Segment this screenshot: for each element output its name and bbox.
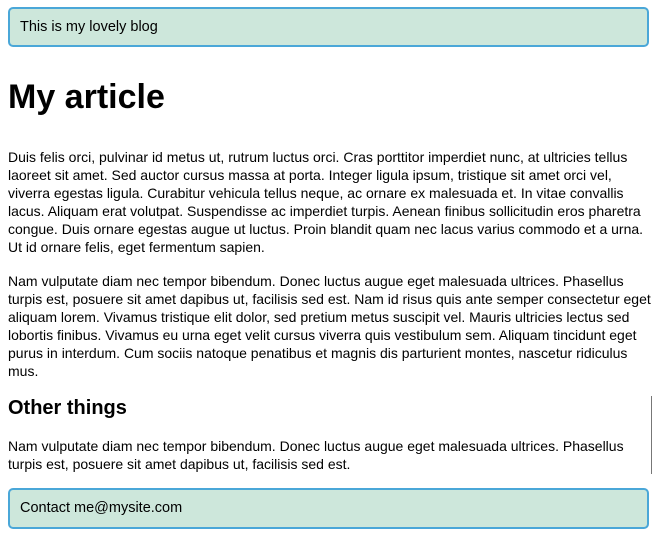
other-things-heading: Other things (8, 397, 127, 419)
article-paragraph-2: Nam vulputate diam nec tempor bibendum. … (8, 273, 651, 379)
site-header: This is my lovely blog (8, 7, 649, 47)
site-footer: Contact me@mysite.com (8, 488, 649, 529)
article-title: My article (8, 78, 165, 116)
article-paragraph-1: Duis felis orci, pulvinar id metus ut, r… (8, 149, 644, 255)
section-scrollbar-track[interactable] (651, 396, 652, 474)
other-things-paragraph: Nam vulputate diam nec tempor bibendum. … (8, 438, 624, 472)
